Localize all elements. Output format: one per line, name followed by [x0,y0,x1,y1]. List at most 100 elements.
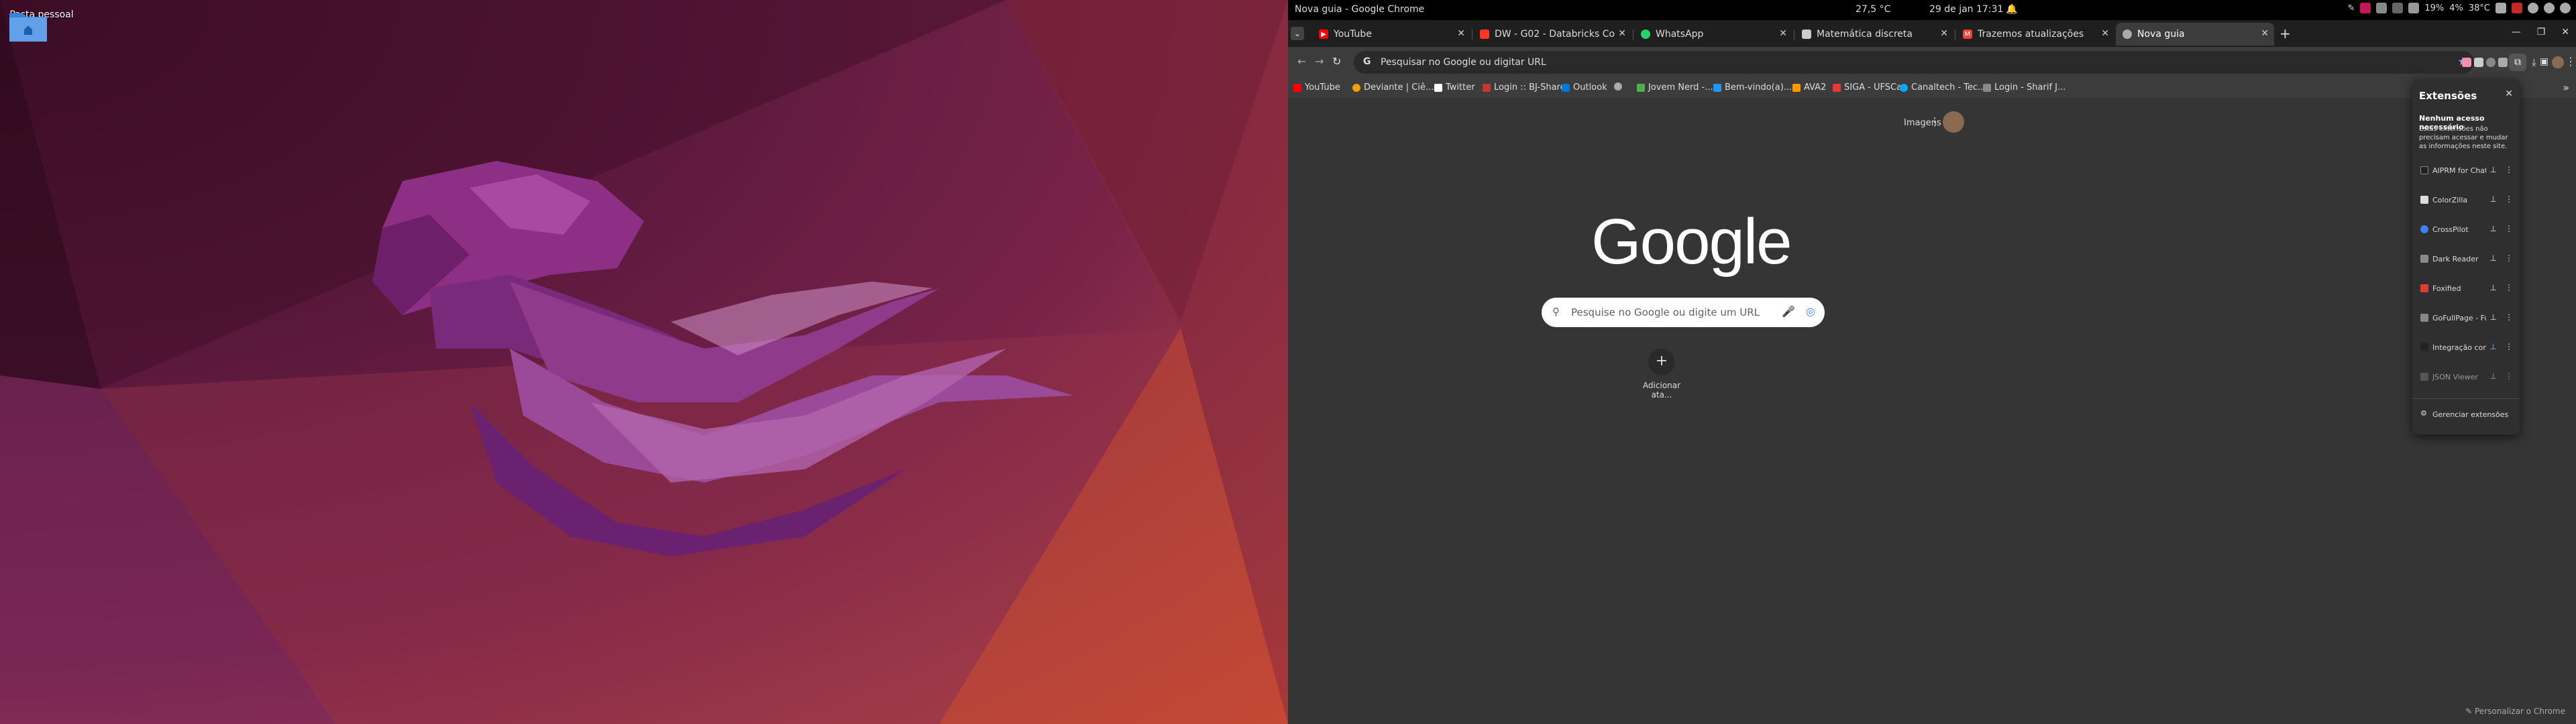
profile-avatar[interactable] [2552,56,2564,68]
google-search-box[interactable]: ⚲ Pesquise no Google ou digite um URL 🎤 … [1542,298,1825,327]
extensions-puzzle-icon[interactable]: ⧉ [2509,54,2526,71]
side-panel-icon[interactable]: ▣ [2540,56,2548,67]
notification-bell-icon[interactable]: 🔔 [2006,4,2017,15]
more-options-icon[interactable]: ⋮ [2505,312,2513,322]
extension-row-foxified[interactable]: Foxified ⊥ ⋮ [2412,275,2520,304]
extension-name: Foxified [2432,284,2461,293]
keyboard-icon[interactable] [2408,3,2420,13]
tab-youtube[interactable]: ▶ YouTube ✕ [1312,23,1470,46]
tab-databricks[interactable]: DW - G02 - Databricks Co ✕ [1473,23,1631,46]
chrome-menu-icon[interactable]: ⋮ [2565,55,2576,68]
reload-icon[interactable]: ↻ [1332,55,1341,68]
extension-row-integracao[interactable]: Integração com GN... ⊥ ⋮ [2412,334,2520,363]
toolbar-extension-pink-icon[interactable] [2462,58,2471,67]
home-folder-shortcut[interactable]: Pasta pessoal [8,8,75,42]
more-options-icon[interactable]: ⋮ [2505,283,2513,292]
more-options-icon[interactable]: ⋮ [2505,371,2513,381]
omnibox[interactable]: G Pesquisar no Google ou digitar URL ★ [1354,51,2474,74]
pin-icon[interactable]: ⊥ [2490,283,2497,292]
add-shortcut[interactable]: + Adicionar ata... [1635,349,1688,400]
pin-icon[interactable]: ⊥ [2490,253,2497,263]
tab-search-button[interactable]: ⌄ [1291,27,1304,40]
volume-icon[interactable] [2544,3,2555,13]
more-options-icon[interactable]: ⋮ [2505,165,2513,174]
new-tab-button[interactable]: + [2279,25,2291,42]
more-options-icon[interactable]: ⋮ [2505,253,2513,263]
more-options-icon[interactable]: ⋮ [2505,194,2513,204]
close-window-icon[interactable]: ✕ [2561,27,2569,38]
discord-icon[interactable] [2376,3,2387,13]
toolbar-extension-pen-icon[interactable] [2474,58,2483,67]
maximize-icon[interactable]: ❐ [2537,27,2546,38]
gmail-favicon-icon: M [1963,29,1972,39]
bookmarks-overflow-icon[interactable]: » [2563,81,2569,94]
tab-close-icon[interactable]: ✕ [2261,28,2269,39]
tab-close-icon[interactable]: ✕ [1779,28,1787,39]
tab-whatsapp[interactable]: WhatsApp ✕ [1634,23,1792,46]
bookmark-canaltech[interactable]: Canaltech - Tec... [1900,82,1986,93]
tab-gmail[interactable]: M Trazemos atualizações ✕ [1956,23,2114,46]
bookmark-jovem-nerd[interactable]: Jovem Nerd -... [1637,82,1713,93]
weather-indicator[interactable]: 27,5 °C [1856,4,1890,15]
bookmark-ava2[interactable]: AVA2 [1792,82,1826,93]
forward-arrow-icon[interactable]: → [1315,55,1324,68]
toolbar-extension-page-icon[interactable] [2498,58,2508,67]
app-indicator-icon[interactable] [2360,3,2371,13]
bookmark-youtube[interactable]: YouTube [1293,82,1340,93]
more-options-icon[interactable]: ⋮ [2505,342,2513,351]
bookmark-bem-vindo[interactable]: Bem-vindo(a)... [1713,82,1792,93]
pin-icon[interactable]: ⊥ [2490,224,2497,233]
search-icon: ⚲ [1552,306,1560,318]
bookmark-globe[interactable] [1614,82,1625,90]
bookmark-sharif[interactable]: Login - Sharif J... [1983,82,2065,93]
pin-icon[interactable]: ⊥ [2490,194,2497,204]
account-avatar[interactable] [1943,111,1964,133]
power-icon[interactable] [2560,3,2571,13]
tab-close-icon[interactable]: ✕ [1618,28,1626,39]
toolbar-extension-dark-icon[interactable] [2486,58,2496,67]
network-icon[interactable] [2528,3,2538,13]
camera-icon [2420,314,2428,322]
pin-icon[interactable]: ⊥ [2490,165,2497,174]
close-icon[interactable]: ✕ [2505,88,2513,99]
temperature-reading[interactable]: 38°C [2469,3,2490,13]
pinned-icon[interactable]: ⊥ [2490,342,2497,351]
tab-matematica-discreta[interactable]: Matemática discreta ✕ [1795,23,1953,46]
minimize-icon[interactable]: — [2512,27,2521,38]
pin-icon[interactable]: ⊥ [2490,312,2497,322]
bookmark-siga-ufscar[interactable]: SIGA - UFSCar [1833,82,1905,93]
display-icon[interactable] [2496,3,2506,13]
vpn-icon[interactable] [2392,3,2404,13]
bookmark-outlook[interactable]: Outlook [1562,82,1607,93]
more-options-icon[interactable]: ⋮ [2505,224,2513,233]
extension-row-aiprm[interactable]: AIPRM for ChatGPT ⊥ ⋮ [2412,157,2520,186]
bookmark-twitter[interactable]: Twitter [1434,82,1475,93]
tab-close-icon[interactable]: ✕ [1940,28,1948,39]
manage-extensions-button[interactable]: ⚙ Gerenciar extensões [2412,402,2520,429]
desktop-wallpaper: Pasta pessoal [0,0,1288,724]
pen-icon[interactable]: ✎ [2347,3,2355,13]
tab-close-icon[interactable]: ✕ [2101,28,2109,39]
extension-row-dark-reader[interactable]: Dark Reader ⊥ ⋮ [2412,245,2520,275]
clock[interactable]: 29 de jan 17:31 [1929,4,2003,15]
download-icon[interactable]: ⤓ [2532,56,2536,68]
tab-nova-guia[interactable]: Nova guia ✕ [2116,23,2274,46]
customize-chrome-button[interactable]: ✎ Personalizar o Chrome [2465,707,2565,716]
memory-usage[interactable]: 4% [2449,3,2463,13]
json-viewer-icon [2420,373,2428,381]
bookmark-bj-share[interactable]: Login :: BJ-Share [1483,82,1566,93]
ava2-icon [1792,83,1801,92]
extension-row-json-viewer[interactable]: JSON Viewer ⊥ ⋮ [2412,363,2520,393]
record-icon[interactable] [2512,3,2522,13]
cpu-usage[interactable]: 19% [2424,3,2444,13]
pin-icon[interactable]: ⊥ [2490,371,2497,381]
bookmark-deviante[interactable]: Deviante | Ciê... [1352,82,1434,93]
extension-row-colorzilla[interactable]: ColorZilla ⊥ ⋮ [2412,186,2520,216]
dark-reader-icon [2420,255,2428,263]
microphone-icon[interactable]: 🎤 [1782,305,1795,318]
extension-row-gofullpage[interactable]: GoFullPage - Full Pa... ⊥ ⋮ [2412,304,2520,334]
tab-close-icon[interactable]: ✕ [1457,28,1465,39]
extension-row-crosspilot[interactable]: CrossPilot ⊥ ⋮ [2412,216,2520,245]
back-arrow-icon[interactable]: ← [1297,55,1306,68]
google-lens-icon[interactable]: ◎ [1806,305,1815,318]
